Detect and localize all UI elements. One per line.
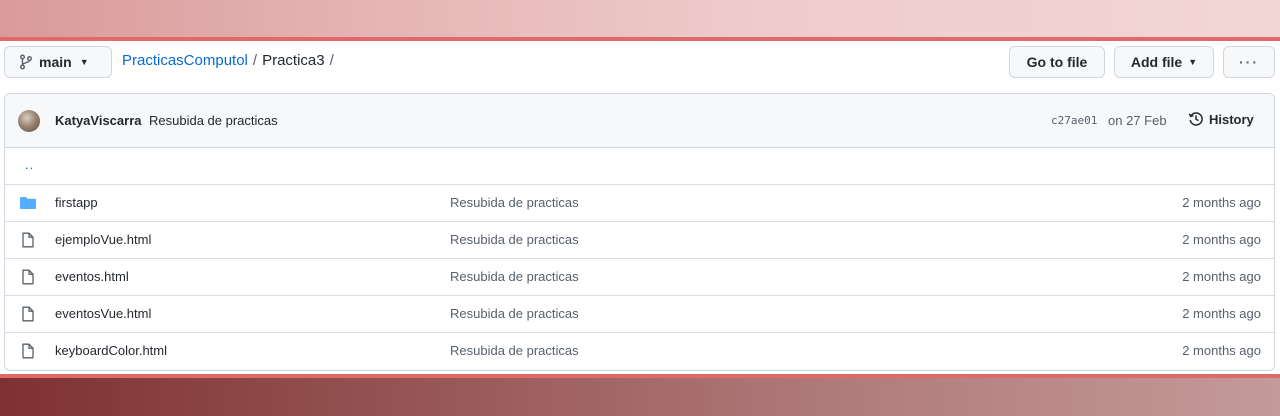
- background-top-band: [0, 0, 1280, 37]
- parent-directory-link[interactable]: ..: [25, 157, 34, 172]
- chevron-down-icon: ▼: [1188, 57, 1198, 67]
- table-row[interactable]: eventosVue.html Resubida de practicas 2 …: [5, 295, 1274, 332]
- go-to-file-button[interactable]: Go to file: [1009, 46, 1105, 78]
- table-row[interactable]: eventos.html Resubida de practicas 2 mon…: [5, 258, 1274, 295]
- branch-select-button[interactable]: main ▼: [4, 46, 112, 78]
- go-to-file-label: Go to file: [1026, 54, 1088, 70]
- file-icon: [22, 232, 34, 248]
- file-commit-age: 2 months ago: [1182, 343, 1261, 358]
- history-link[interactable]: History: [1188, 111, 1254, 127]
- file-commit-age: 2 months ago: [1182, 232, 1261, 247]
- folder-icon: [20, 197, 36, 209]
- breadcrumb: PracticasComputol / Practica3 /: [122, 52, 334, 69]
- file-commit-message-link[interactable]: Resubida de practicas: [450, 306, 579, 321]
- file-name-link[interactable]: ejemploVue.html: [55, 232, 151, 247]
- repo-file-browser: main ▼ PracticasComputol / Practica3 / G…: [0, 41, 1280, 374]
- file-name-link[interactable]: firstapp: [55, 195, 98, 210]
- file-icon: [22, 343, 34, 359]
- file-name-link[interactable]: eventos.html: [55, 269, 129, 284]
- file-commit-age: 2 months ago: [1182, 195, 1261, 210]
- table-row[interactable]: firstapp Resubida de practicas 2 months …: [5, 184, 1274, 221]
- avatar[interactable]: [18, 110, 40, 132]
- table-row[interactable]: keyboardColor.html Resubida de practicas…: [5, 332, 1274, 369]
- table-row[interactable]: ejemploVue.html Resubida de practicas 2 …: [5, 221, 1274, 258]
- breadcrumb-current-folder: Practica3: [262, 52, 325, 69]
- git-branch-icon: [20, 54, 32, 70]
- file-icon: [22, 269, 34, 285]
- file-commit-message-link[interactable]: Resubida de practicas: [450, 232, 579, 247]
- commit-sha-link[interactable]: c27ae01: [1051, 114, 1097, 127]
- more-options-label: ···: [1239, 54, 1259, 70]
- add-file-button[interactable]: Add file ▼: [1114, 46, 1214, 78]
- parent-directory-row[interactable]: ..: [5, 148, 1274, 184]
- history-label: History: [1209, 111, 1254, 127]
- file-commit-message-link[interactable]: Resubida de practicas: [450, 343, 579, 358]
- commit-date: on 27 Feb: [1108, 113, 1167, 128]
- add-file-label: Add file: [1130, 54, 1183, 70]
- breadcrumb-repo-link[interactable]: PracticasComputol: [122, 52, 248, 69]
- breadcrumb-trailing-separator: /: [329, 52, 334, 69]
- latest-commit-bar: KatyaViscarra Resubida de practicas c27a…: [5, 94, 1274, 148]
- file-name-link[interactable]: keyboardColor.html: [55, 343, 167, 358]
- file-commit-message-link[interactable]: Resubida de practicas: [450, 269, 579, 284]
- file-commit-age: 2 months ago: [1182, 306, 1261, 321]
- file-commit-message-link[interactable]: Resubida de practicas: [450, 195, 579, 210]
- file-icon: [22, 306, 34, 322]
- chevron-down-icon: ▼: [79, 57, 89, 67]
- commit-author-link[interactable]: KatyaViscarra: [55, 113, 142, 128]
- commit-message-link[interactable]: Resubida de practicas: [149, 113, 278, 128]
- background-bottom-band: [0, 378, 1280, 416]
- branch-name: main: [39, 54, 72, 70]
- file-name-link[interactable]: eventosVue.html: [55, 306, 151, 321]
- breadcrumb-separator: /: [252, 52, 258, 69]
- file-list-box: KatyaViscarra Resubida de practicas c27a…: [4, 93, 1275, 371]
- more-options-button[interactable]: ···: [1223, 46, 1275, 78]
- file-commit-age: 2 months ago: [1182, 269, 1261, 284]
- clock-history-icon: [1188, 112, 1203, 126]
